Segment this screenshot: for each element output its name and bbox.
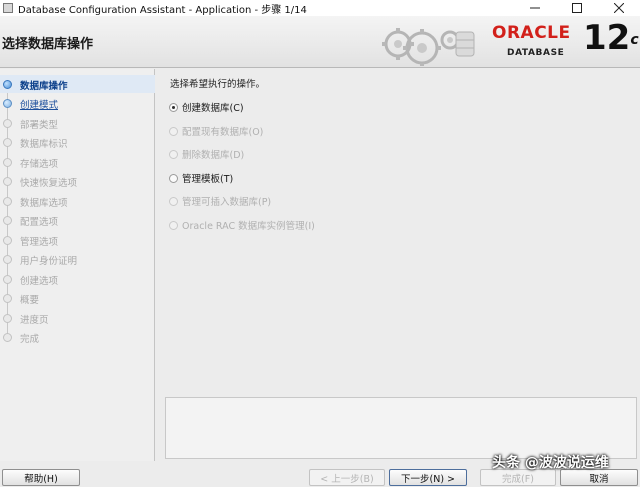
version-number: 12 [583,18,631,58]
step-storage-option: 存储选项 [0,153,155,171]
close-icon [614,3,624,13]
step-deployment-type: 部署类型 [0,114,155,132]
step-icon [3,294,12,303]
title-bar: Database Configuration Assistant - Appli… [0,0,640,16]
option-manage-templates[interactable]: 管理模板(T) [169,171,233,185]
option-label: 删除数据库(D) [182,150,245,161]
help-button[interactable]: 帮助(H) [2,469,80,486]
step-management-options: 管理选项 [0,231,155,249]
step-icon [3,99,12,108]
step-progress-page: 进度页 [0,309,155,327]
step-finish: 完成 [0,328,155,346]
minimize-button[interactable] [514,0,556,16]
window-controls [514,0,640,16]
option-configure-existing-database: 配置现有数据库(O) [169,124,263,138]
database-wordmark: DATABASE [507,48,565,58]
step-database-operation[interactable]: 数据库操作 [0,75,155,93]
maximize-icon [572,3,582,13]
message-area [165,397,637,459]
step-configuration-options: 配置选项 [0,211,155,229]
option-rac-instance-management: Oracle RAC 数据库实例管理(I) [169,218,315,232]
option-label: 配置现有数据库(O) [182,127,264,138]
radio-checked-icon[interactable] [169,102,178,112]
step-icon [3,138,12,147]
app-icon [3,3,13,13]
step-label: 部署类型 [20,120,59,131]
step-label: 创建选项 [20,276,59,287]
step-fast-recovery-option: 快速恢复选项 [0,172,155,190]
step-label: 数据库选项 [20,198,68,209]
version-suffix: c [630,32,639,48]
radio-icon [169,149,178,159]
step-icon [3,333,12,342]
radio-icon [169,220,178,230]
step-label: 数据库操作 [20,81,68,92]
maximize-button[interactable] [556,0,598,16]
header-banner: 选择数据库操作 ORACLE DATABASE 12c [0,16,640,68]
step-label: 概要 [20,295,40,306]
back-button[interactable]: < 上一步(B) [309,469,385,486]
step-user-credentials: 用户身份证明 [0,250,155,268]
step-active-icon [3,80,12,89]
option-create-database[interactable]: 创建数据库(C) [169,100,244,114]
step-icon [3,236,12,245]
step-creation-mode[interactable]: 创建模式 [0,94,155,112]
step-icon [3,119,12,128]
page-title: 选择数据库操作 [2,37,94,52]
close-button[interactable] [598,0,640,16]
step-label: 管理选项 [20,237,59,248]
step-icon [3,197,12,206]
radio-icon [169,196,178,206]
step-summary: 概要 [0,289,155,307]
step-icon [3,314,12,323]
step-label: 数据库标识 [20,139,68,150]
watermark-text: 头条 @波波说运维 [492,455,609,471]
step-label: 存储选项 [20,159,59,170]
next-button[interactable]: 下一步(N) > [389,469,467,486]
main-content: 选择希望执行的操作。 创建数据库(C) 配置现有数据库(O) 删除数据库(D) … [160,69,640,461]
steps-sidebar: 数据库操作 创建模式 部署类型 数据库标识 存储选项 快速恢复选项 数据库选项 … [0,69,155,461]
step-icon [3,177,12,186]
step-icon [3,275,12,284]
step-database-options: 数据库选项 [0,192,155,210]
step-label: 进度页 [20,315,49,326]
step-label: 快速恢复选项 [20,178,78,189]
oracle-logo: ORACLE DATABASE [492,21,582,61]
step-label: 创建模式 [20,100,59,111]
option-manage-pluggable-databases: 管理可插入数据库(P) [169,194,271,208]
step-creation-option: 创建选项 [0,270,155,288]
step-icon [3,255,12,264]
step-label: 完成 [20,334,40,345]
step-label: 配置选项 [20,217,59,228]
option-delete-database: 删除数据库(D) [169,147,244,161]
step-icon [3,158,12,167]
minimize-icon [530,7,540,9]
step-label: 用户身份证明 [20,256,78,267]
step-database-identification: 数据库标识 [0,133,155,151]
oracle-wordmark: ORACLE [492,23,571,43]
gears-illustration-icon [382,28,475,66]
option-label: 管理模板(T) [182,174,234,185]
operation-prompt: 选择希望执行的操作。 [170,79,266,90]
option-label: 创建数据库(C) [182,103,244,114]
version-badge: 12c [583,18,639,58]
window-title: Database Configuration Assistant - Appli… [18,4,307,16]
radio-icon[interactable] [169,173,178,183]
option-label: 管理可插入数据库(P) [182,197,272,208]
radio-icon [169,126,178,136]
step-icon [3,216,12,225]
option-label: Oracle RAC 数据库实例管理(I) [182,221,315,232]
